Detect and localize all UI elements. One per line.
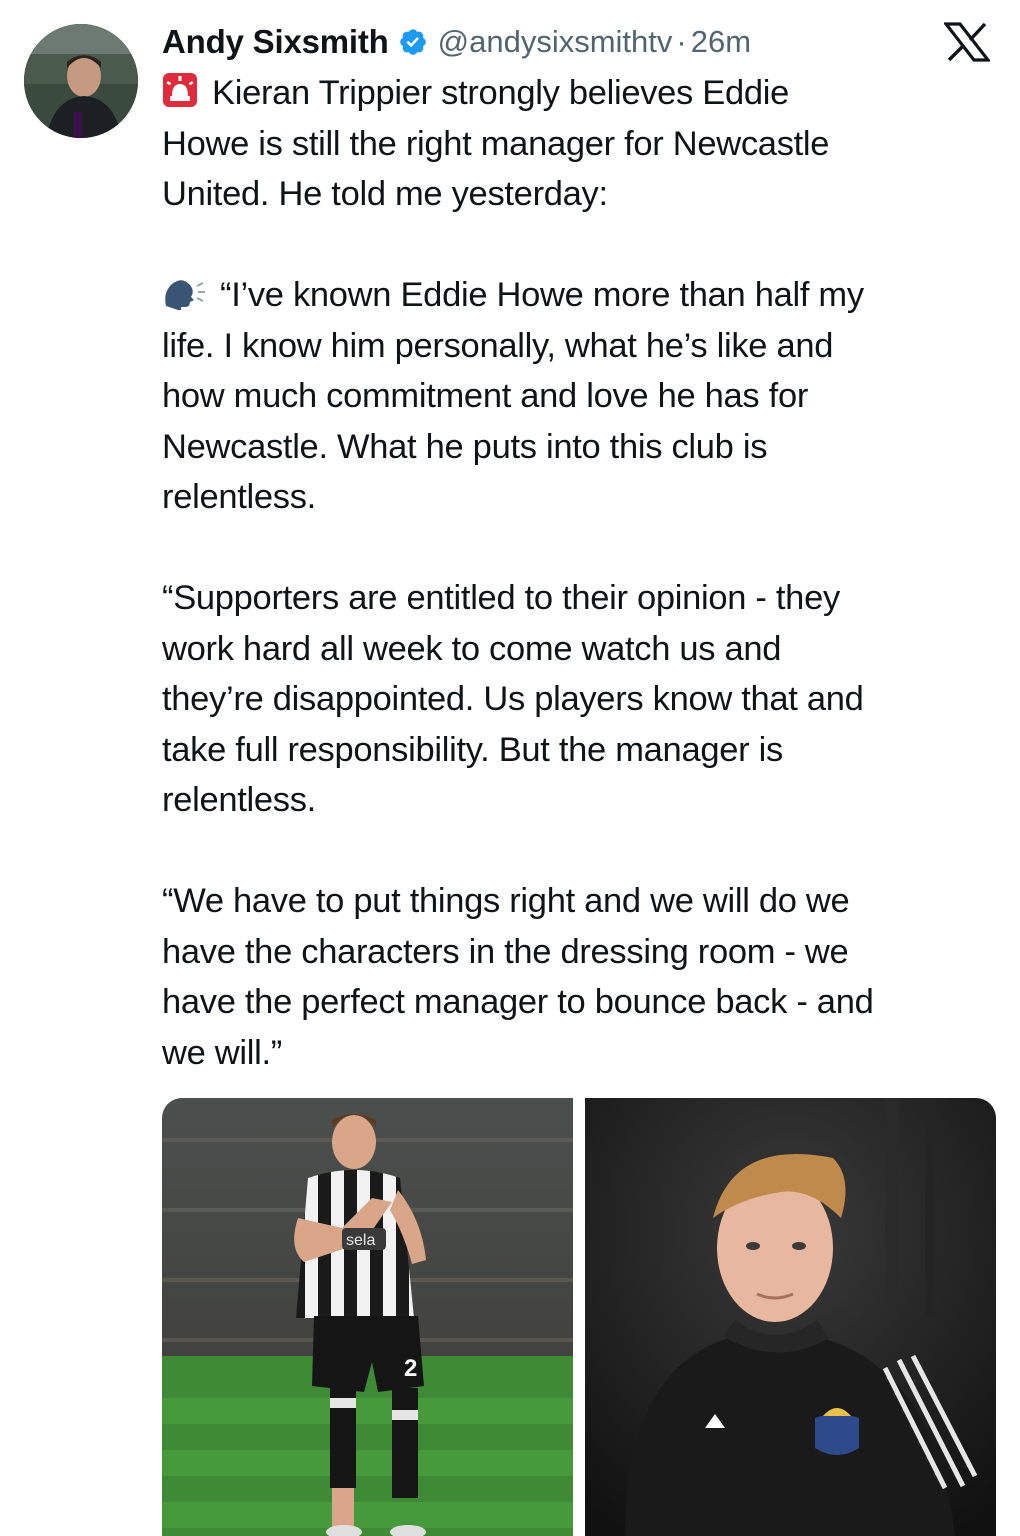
author-handle[interactable]: @andysixsmithtv (438, 24, 673, 60)
text-line: life. I know him personally, what he’s l… (162, 326, 834, 365)
media-photo-player[interactable]: sela 2 (162, 1098, 573, 1536)
player-photo: sela 2 (162, 1098, 573, 1536)
shirt-number-text: 2 (404, 1355, 417, 1382)
media-photo-manager[interactable] (585, 1098, 996, 1536)
text-line: how much commitment and love he has for (162, 377, 809, 415)
text-line: have the perfect manager to bounce back … (162, 983, 874, 1021)
text-line: “I’ve known Eddie Howe more than half my (162, 270, 1002, 321)
separator-dot: · (676, 24, 687, 59)
text-line-content: Kieran Trippier strongly believes Eddie (212, 74, 790, 112)
author-name[interactable]: Andy Sixsmith (162, 23, 389, 61)
text-line: “Supporters are entitled to their opinio… (162, 579, 840, 617)
timestamp[interactable]: 26m (691, 24, 751, 60)
text-line: “We have to put things right and we will… (162, 882, 850, 920)
text-line: have the characters in the dressing room… (162, 932, 849, 971)
tweet-paragraph-quote-1: “I’ve known Eddie Howe more than half my… (162, 270, 1002, 523)
text-line: United. He told me yesterday: (162, 175, 608, 213)
speaking-head-emoji (165, 280, 205, 310)
avatar[interactable] (24, 24, 138, 138)
text-line: relentless. (162, 781, 316, 819)
text-line: work hard all week to come watch us and (162, 629, 782, 668)
tweet-body: Kieran Trippier strongly believes Eddie … (162, 68, 1002, 1078)
shirt-sponsor-text: sela (346, 1232, 375, 1249)
verified-badge-icon (399, 29, 426, 55)
manager-photo (585, 1098, 996, 1536)
text-line: they’re disappointed. Us players know th… (162, 680, 864, 718)
x-logo-icon (944, 22, 990, 62)
text-line: Howe is still the right manager for Newc… (162, 124, 830, 163)
text-line-content: “I’ve known Eddie Howe more than half my (220, 276, 864, 314)
avatar-image (24, 24, 138, 138)
text-line: Kieran Trippier strongly believes Eddie (162, 68, 1002, 119)
tweet-header: Andy Sixsmith @andysixsmithtv · 26m (162, 20, 751, 64)
rotating-light-emoji (163, 73, 197, 107)
text-line: take full responsibility. But the manage… (162, 730, 783, 769)
text-line: Newcastle. What he puts into this club i… (162, 427, 768, 466)
tweet-paragraph-intro: Kieran Trippier strongly believes Eddie … (162, 68, 1002, 220)
tweet-paragraph-quote-2: “Supporters are entitled to their opinio… (162, 573, 1002, 826)
tweet-paragraph-quote-3: “We have to put things right and we will… (162, 876, 1002, 1078)
tweet-media: sela 2 (162, 1098, 996, 1536)
text-line: relentless. (162, 478, 316, 516)
text-line: we will.” (162, 1033, 282, 1072)
